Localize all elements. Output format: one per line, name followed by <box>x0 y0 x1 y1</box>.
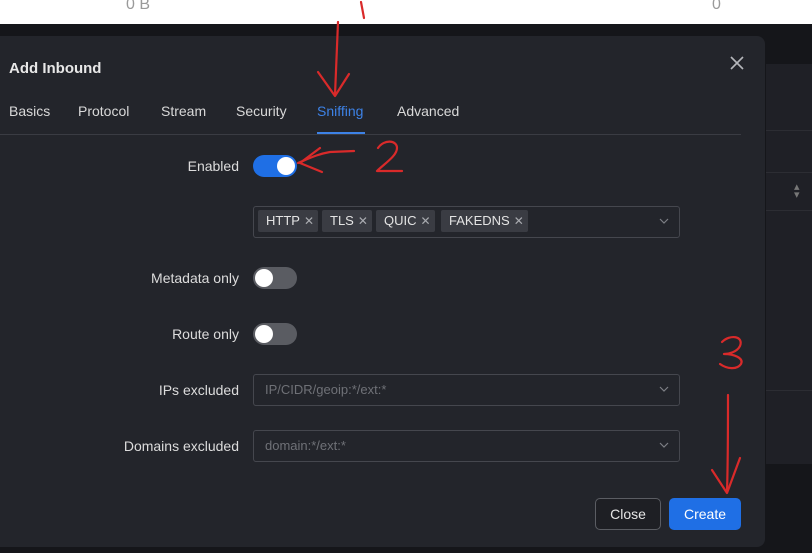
metadata-only-label: Metadata only <box>151 270 239 286</box>
tag-label: TLS <box>330 213 354 228</box>
background-window-strip: 0 B 0 <box>0 0 812 24</box>
remove-tag-icon[interactable]: ✕ <box>421 210 431 232</box>
tab-protocol[interactable]: Protocol <box>78 103 129 119</box>
remove-tag-icon[interactable]: ✕ <box>304 210 314 232</box>
tab-advanced[interactable]: Advanced <box>397 103 459 119</box>
create-button[interactable]: Create <box>669 498 741 530</box>
ips-excluded-select[interactable]: IP/CIDR/geoip:*/ext:* <box>253 374 680 406</box>
sort-caret-icon: ▴ ▾ <box>794 181 800 201</box>
toggle-knob <box>255 269 273 287</box>
dest-override-select[interactable]: HTTP ✕ TLS ✕ QUIC ✕ FAKEDNS ✕ <box>253 206 680 238</box>
chevron-down-icon <box>659 218 669 224</box>
route-only-toggle[interactable] <box>253 323 297 345</box>
background-row-divider <box>766 130 812 131</box>
modal-title: Add Inbound <box>9 60 102 77</box>
chevron-down-icon <box>659 442 669 448</box>
tag-tls: TLS ✕ <box>322 210 372 232</box>
background-row-divider <box>766 172 812 173</box>
tag-label: QUIC <box>384 213 417 228</box>
remove-tag-icon[interactable]: ✕ <box>358 210 368 232</box>
background-table: ▴ ▾ <box>766 64 812 464</box>
background-row-divider <box>766 210 812 211</box>
background-count-text: 0 <box>712 0 721 13</box>
add-inbound-modal: Add Inbound Basics Protocol Stream Secur… <box>0 36 765 547</box>
tab-basics[interactable]: Basics <box>9 103 50 119</box>
enabled-toggle[interactable] <box>253 155 297 177</box>
tag-fakedns: FAKEDNS ✕ <box>441 210 528 232</box>
enabled-label: Enabled <box>187 158 239 174</box>
close-icon[interactable] <box>728 54 746 72</box>
domains-excluded-placeholder: domain:*/ext:* <box>265 438 346 453</box>
metadata-only-toggle[interactable] <box>253 267 297 289</box>
tag-label: HTTP <box>266 213 300 228</box>
modal-tabs: Basics Protocol Stream Security Sniffing… <box>0 94 741 135</box>
toggle-knob <box>255 325 273 343</box>
tag-quic: QUIC ✕ <box>376 210 435 232</box>
ips-excluded-label: IPs excluded <box>158 382 239 398</box>
tab-sniffing[interactable]: Sniffing <box>317 103 363 119</box>
tab-security[interactable]: Security <box>236 103 287 119</box>
background-row-divider <box>766 390 812 391</box>
close-button[interactable]: Close <box>595 498 661 530</box>
background-size-text: 0 B <box>126 0 151 13</box>
tag-http: HTTP ✕ <box>258 210 319 232</box>
route-only-label: Route only <box>172 326 239 342</box>
domains-excluded-label: Domains excluded <box>123 438 239 454</box>
toggle-knob <box>277 157 295 175</box>
chevron-down-icon <box>659 386 669 392</box>
domains-excluded-select[interactable]: domain:*/ext:* <box>253 430 680 462</box>
remove-tag-icon[interactable]: ✕ <box>514 210 524 232</box>
active-tab-indicator <box>317 132 365 134</box>
tag-label: FAKEDNS <box>449 213 510 228</box>
ips-excluded-placeholder: IP/CIDR/geoip:*/ext:* <box>265 382 387 397</box>
tab-stream[interactable]: Stream <box>161 103 206 119</box>
